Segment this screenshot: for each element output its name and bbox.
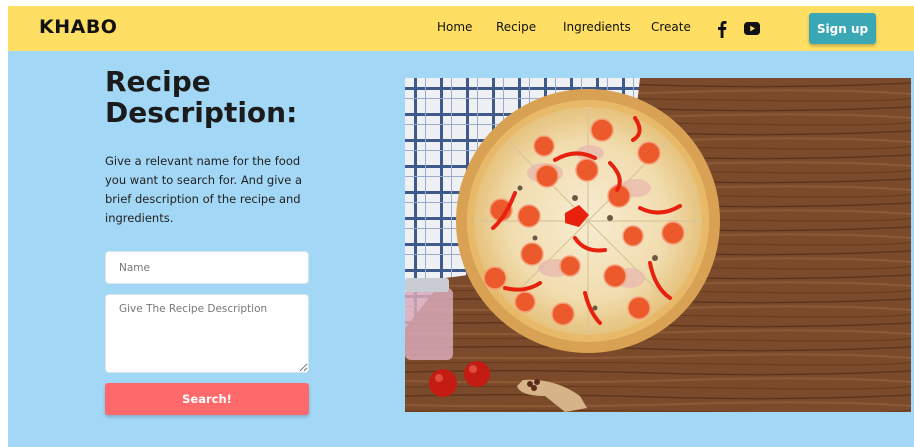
pizza-photo <box>405 78 911 412</box>
search-button[interactable]: Search! <box>105 383 309 415</box>
navbar: KHABO Home Recipe Ingredients Create Sig… <box>8 6 914 51</box>
page-title: Recipe Description: <box>105 66 297 128</box>
page: KHABO Home Recipe Ingredients Create Sig… <box>8 6 914 447</box>
youtube-icon[interactable] <box>744 22 760 35</box>
nav-home[interactable]: Home <box>437 20 472 34</box>
hero-description: Give a relevant name for the food you wa… <box>105 154 303 225</box>
pizza-photo-graphic <box>405 78 911 412</box>
nav-recipe[interactable]: Recipe <box>496 20 536 34</box>
signup-button[interactable]: Sign up <box>809 13 876 44</box>
nav-ingredients[interactable]: Ingredients <box>563 20 631 34</box>
name-input[interactable] <box>105 251 309 284</box>
facebook-icon[interactable] <box>717 20 727 38</box>
title-line-2: Description: <box>105 96 298 129</box>
recipe-description-input[interactable] <box>105 294 309 373</box>
brand-logo[interactable]: KHABO <box>39 16 117 38</box>
nav-create[interactable]: Create <box>651 20 691 34</box>
title-line-1: Recipe <box>105 65 211 98</box>
